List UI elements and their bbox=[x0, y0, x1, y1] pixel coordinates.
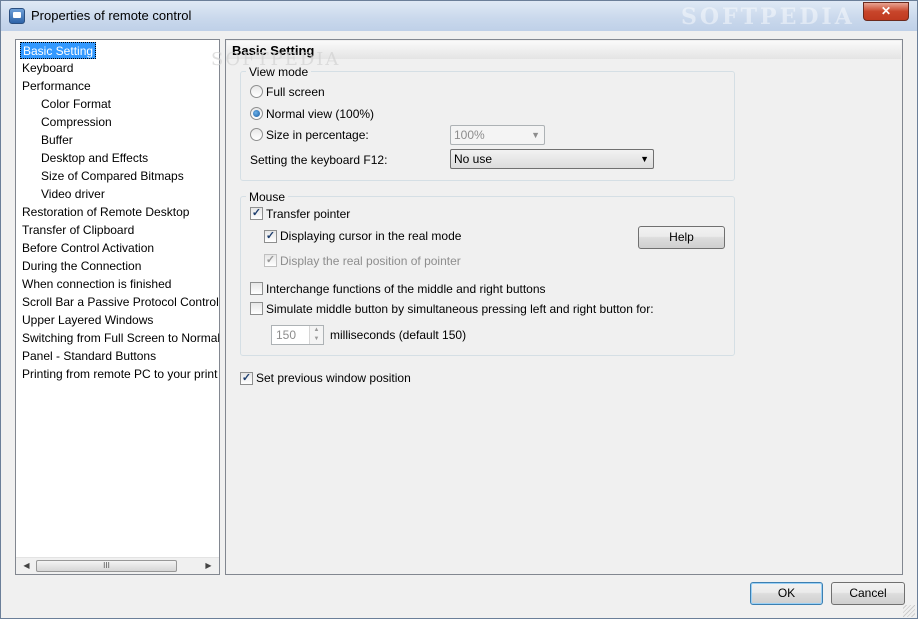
milliseconds-stepper[interactable]: 150 ▲ ▼ bbox=[271, 325, 324, 345]
tree-item-basic-setting[interactable]: Basic Setting bbox=[20, 42, 97, 59]
mouse-group-label: Mouse bbox=[246, 190, 289, 204]
tree-item-video-driver[interactable]: Video driver bbox=[39, 186, 107, 203]
close-button[interactable]: ✕ bbox=[863, 2, 909, 21]
tree-item-connection-finished[interactable]: When connection is finished bbox=[20, 276, 173, 293]
tree-item-switching-full-screen[interactable]: Switching from Full Screen to Normal bbox=[20, 330, 219, 347]
interchange-checkbox[interactable] bbox=[250, 282, 263, 295]
app-icon bbox=[9, 8, 25, 24]
window-title: Properties of remote control bbox=[31, 8, 192, 23]
tree-item-panel-buttons[interactable]: Panel - Standard Buttons bbox=[20, 348, 158, 365]
tree-item-before-control[interactable]: Before Control Activation bbox=[20, 240, 156, 257]
simulate-middle-label[interactable]: Simulate middle button by simultaneous p… bbox=[266, 302, 654, 316]
scroll-thumb[interactable]: III bbox=[36, 560, 177, 572]
tree-item-color-format[interactable]: Color Format bbox=[39, 96, 113, 113]
settings-tree[interactable]: Basic Setting Keyboard Performance Color… bbox=[15, 39, 220, 575]
size-percentage-label[interactable]: Size in percentage: bbox=[266, 128, 369, 142]
display-real-position-checkbox[interactable]: ✓ bbox=[264, 254, 277, 267]
keyboard-f12-select[interactable]: No use ▼ bbox=[450, 149, 654, 169]
title-bar[interactable]: Properties of remote control SOFTPEDIA ✕ bbox=[1, 1, 917, 31]
help-button[interactable]: Help bbox=[638, 226, 725, 249]
keyboard-f12-value: No use bbox=[454, 152, 493, 166]
chevron-down-icon: ▼ bbox=[640, 154, 649, 164]
tree-item-keyboard[interactable]: Keyboard bbox=[20, 60, 75, 77]
keyboard-f12-label: Setting the keyboard F12: bbox=[250, 153, 388, 167]
stepper-arrows-icon[interactable]: ▲ ▼ bbox=[309, 326, 323, 344]
tree-item-clipboard[interactable]: Transfer of Clipboard bbox=[20, 222, 136, 239]
scroll-left-icon[interactable]: ◀ bbox=[18, 558, 35, 574]
interchange-label[interactable]: Interchange functions of the middle and … bbox=[266, 282, 546, 296]
normal-view-radio[interactable] bbox=[250, 107, 263, 120]
normal-view-label[interactable]: Normal view (100%) bbox=[266, 107, 374, 121]
tree-item-during-connection[interactable]: During the Connection bbox=[20, 258, 143, 275]
size-percentage-radio[interactable] bbox=[250, 128, 263, 141]
tree-item-desktop-effects[interactable]: Desktop and Effects bbox=[39, 150, 150, 167]
watermark: SOFTPEDIA bbox=[681, 4, 855, 30]
set-previous-position-checkbox[interactable]: ✓ bbox=[240, 372, 253, 385]
display-real-position-label[interactable]: Display the real position of pointer bbox=[280, 254, 461, 268]
scroll-right-icon[interactable]: ▶ bbox=[200, 558, 217, 574]
displaying-cursor-checkbox[interactable]: ✓ bbox=[264, 230, 277, 243]
simulate-middle-checkbox[interactable] bbox=[250, 302, 263, 315]
cancel-button[interactable]: Cancel bbox=[831, 582, 905, 605]
properties-window: Properties of remote control SOFTPEDIA ✕… bbox=[0, 0, 918, 619]
transfer-pointer-checkbox[interactable]: ✓ bbox=[250, 207, 263, 220]
tree-item-upper-layered[interactable]: Upper Layered Windows bbox=[20, 312, 155, 329]
tree-item-compression[interactable]: Compression bbox=[39, 114, 114, 131]
full-screen-label[interactable]: Full screen bbox=[266, 85, 325, 99]
resize-grip-icon[interactable] bbox=[903, 605, 915, 617]
full-screen-radio[interactable] bbox=[250, 85, 263, 98]
tree-item-scroll-bar[interactable]: Scroll Bar a Passive Protocol Control bbox=[20, 294, 219, 311]
view-mode-group-label: View mode bbox=[246, 65, 312, 79]
chevron-down-icon: ▼ bbox=[531, 130, 540, 140]
tree-item-printing[interactable]: Printing from remote PC to your print bbox=[20, 366, 219, 383]
milliseconds-label: milliseconds (default 150) bbox=[330, 328, 467, 342]
tree-item-compared-bitmaps[interactable]: Size of Compared Bitmaps bbox=[39, 168, 186, 185]
displaying-cursor-label[interactable]: Displaying cursor in the real mode bbox=[280, 229, 461, 243]
size-percentage-value: 100% bbox=[454, 128, 485, 142]
set-previous-position-label[interactable]: Set previous window position bbox=[256, 371, 411, 385]
milliseconds-value: 150 bbox=[276, 328, 297, 342]
ok-button[interactable]: OK bbox=[750, 582, 823, 605]
tree-item-buffer[interactable]: Buffer bbox=[39, 132, 75, 149]
tree-horizontal-scrollbar[interactable]: ◀ III ▶ bbox=[16, 557, 219, 574]
transfer-pointer-label[interactable]: Transfer pointer bbox=[266, 207, 350, 221]
size-percentage-select[interactable]: 100% ▼ bbox=[450, 125, 545, 145]
tree-item-performance[interactable]: Performance bbox=[20, 78, 93, 95]
tree-item-restoration[interactable]: Restoration of Remote Desktop bbox=[20, 204, 191, 221]
